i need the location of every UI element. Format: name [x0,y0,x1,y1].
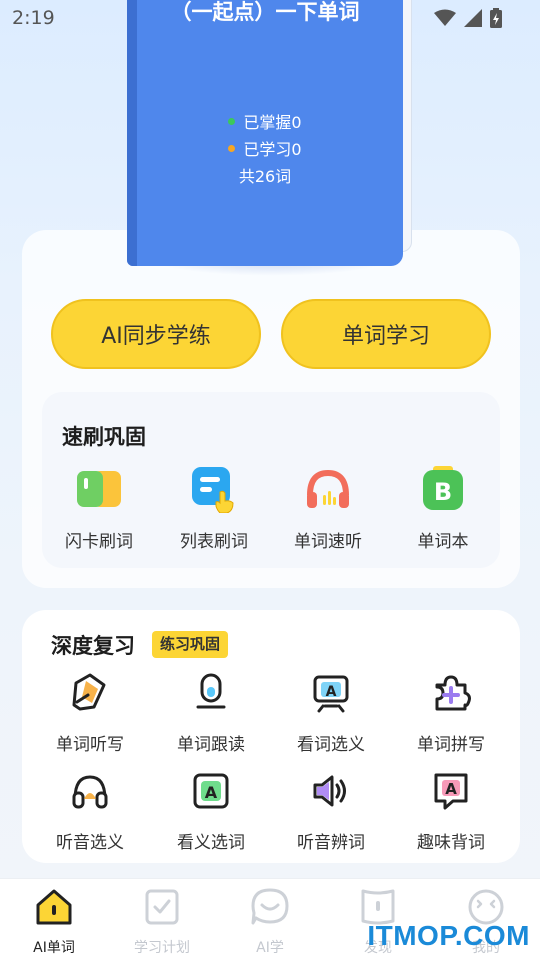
mastered-dot-icon [228,118,236,125]
book-spine [127,0,137,266]
nav-tab-study-plan[interactable]: 学习计划 [114,887,210,957]
deep-item-label: 趣味背词 [417,833,485,853]
quick-item-label: 列表刷词 [180,532,248,552]
deep-item-label: 听音选义 [56,833,124,853]
list-tap-icon [192,467,234,514]
nav-label: AI学 [256,940,284,956]
letter-bubble-icon: A [434,773,468,810]
quick-item-listen[interactable]: 单词速听 [273,465,383,552]
deep-item-label: 听音辨词 [297,833,365,853]
deep-item-fun-memorize[interactable]: A 趣味背词 [396,771,506,853]
deep-item-label: 看义选词 [177,833,245,853]
ai-sync-button[interactable]: AI同步学练 [51,299,261,369]
checklist-icon [145,889,179,925]
puzzle-icon [435,675,471,711]
quick-item-label: 单词速听 [294,532,362,552]
quick-item-wordbook[interactable]: B 单词本 [388,465,498,552]
book-mastered-label: 已掌握0 [243,113,302,132]
nav-tab-ai-words[interactable]: AI单词 [6,887,102,957]
wifi-icon [434,9,456,26]
deep-item-word-meaning[interactable]: A 看词选义 [276,673,386,755]
deep-item-readalong[interactable]: 单词跟读 [156,673,266,755]
deep-item-label: 单词跟读 [177,735,245,755]
quick-item-list[interactable]: 列表刷词 [159,465,269,552]
svg-text:A: A [326,684,337,700]
nav-label: AI单词 [33,940,75,956]
letter-board-icon: A [313,675,349,713]
status-icons [434,8,502,28]
headset-icon [72,775,108,809]
deep-item-label: 看词选义 [297,735,365,755]
nav-label: 学习计划 [134,940,190,956]
book-mastered-stat: 已掌握0 [127,109,403,133]
microphone-icon [196,673,226,709]
cellular-signal-icon [464,9,482,27]
deep-item-label: 单词听写 [56,735,124,755]
book-learned-stat: 已学习0 [127,136,403,160]
book-learned-label: 已学习0 [243,140,302,159]
book-cover[interactable]: （一起点）一下单词 已掌握0 已学习0 共26词 [127,0,403,266]
battery-icon [490,8,502,28]
deep-review-title: 深度复习 [51,634,135,658]
deep-review-tag: 练习巩固 [152,631,229,658]
quick-item-label: 闪卡刷词 [65,532,133,552]
learned-dot-icon [228,145,236,152]
quick-item-label: 单词本 [417,532,469,552]
letter-frame-icon: A [193,773,229,809]
svg-text:A: A [205,783,218,802]
quick-review-title: 速刷巩固 [62,425,146,449]
deep-item-listen-meaning[interactable]: 听音选义 [35,771,145,853]
nav-tab-ai-learn[interactable]: AI学 [222,887,318,957]
deep-item-spelling[interactable]: 单词拼写 [396,673,506,755]
deep-item-meaning-word[interactable]: A 看义选词 [156,771,266,853]
flashcard-icon [77,471,121,507]
quick-item-flashcard[interactable]: 闪卡刷词 [44,465,154,552]
word-study-button[interactable]: 单词学习 [281,299,491,369]
book-total-label: 共26词 [238,167,292,186]
home-icon [36,889,72,925]
watermark: ITMOP.COM [367,920,530,951]
deep-item-label: 单词拼写 [417,735,485,755]
word-book-icon: B [423,466,463,510]
chat-bubble-icon [251,888,289,925]
status-time: 2:19 [12,7,55,29]
deep-item-dictation[interactable]: 单词听写 [35,673,145,755]
svg-text:B: B [434,478,452,506]
book-title: （一起点）一下单词 [170,0,360,24]
svg-text:A: A [445,780,457,798]
headphones-icon [307,469,349,508]
deep-item-listen-word[interactable]: 听音辨词 [276,771,386,853]
speaker-icon [313,775,346,807]
pencil-icon [72,673,106,711]
